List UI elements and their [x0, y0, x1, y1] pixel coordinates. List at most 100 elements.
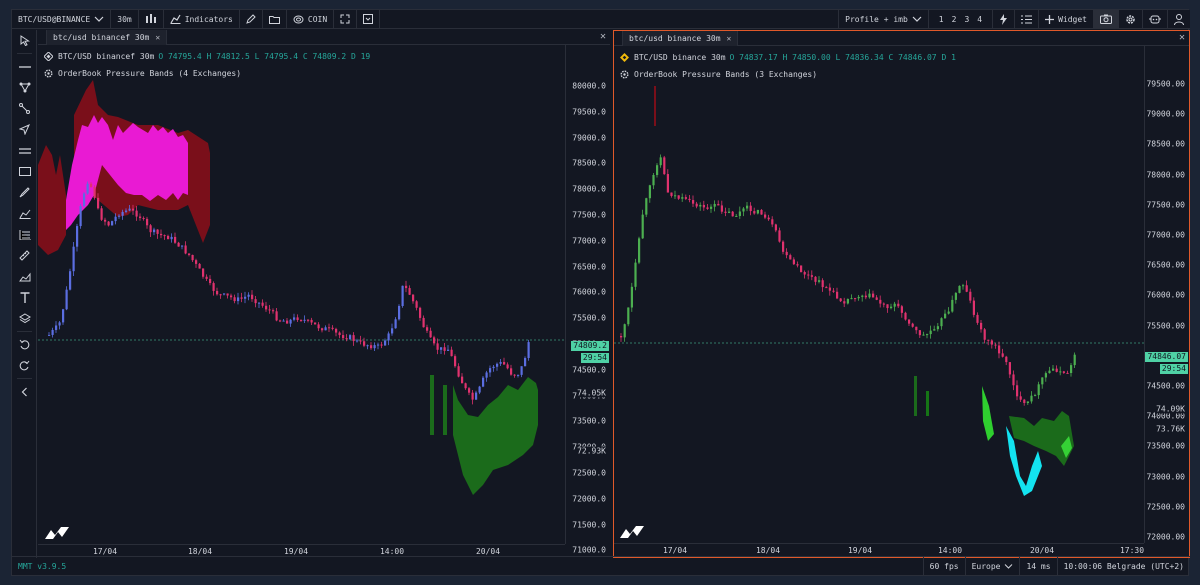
bar-timer-tag: 29:54: [1159, 364, 1188, 374]
chart-tab[interactable]: btc/usd binance 30m ✕: [622, 31, 739, 46]
network-tool[interactable]: [12, 77, 37, 98]
screenshot-button[interactable]: [1093, 9, 1118, 29]
settings-button[interactable]: [1118, 9, 1142, 29]
symbol-selector[interactable]: BTC/USD@BINANCE: [12, 9, 112, 29]
candle-body: [142, 217, 145, 219]
candle-body: [524, 358, 527, 367]
brush-tool[interactable]: [12, 182, 37, 203]
indicator-legend[interactable]: OrderBook Pressure Bands (3 Exchanges): [620, 70, 817, 79]
candle-body: [251, 294, 254, 300]
ruler-tool[interactable]: [12, 245, 37, 266]
candle-body: [774, 224, 777, 231]
candle-body: [1023, 399, 1026, 403]
arrow-tool[interactable]: [12, 119, 37, 140]
price-tick-label: 71500.0: [572, 520, 606, 530]
candle-body: [121, 211, 124, 216]
price-tick-label: 75500.0: [572, 313, 606, 323]
coin-label: COIN: [307, 14, 328, 24]
coin-button[interactable]: COIN: [287, 9, 335, 29]
folder-button[interactable]: [263, 9, 287, 29]
candle-body: [699, 204, 702, 207]
region-selector[interactable]: Europe: [964, 556, 1020, 576]
price-tick-label: 78500.00: [1146, 139, 1185, 149]
price-axis[interactable]: 80000.0 79500.0 79000.0 78500.0 78000.0 77500…: [565, 45, 610, 555]
fullscreen-button[interactable]: [334, 9, 358, 29]
layout-2-button[interactable]: 2: [948, 15, 961, 24]
price-axis[interactable]: 79500.00 79000.00 78500.00 78000.00 77500.00…: [1144, 46, 1189, 543]
bar-timer-tag: 29:54: [580, 353, 609, 363]
divider: [16, 53, 32, 54]
layout-4-button[interactable]: 4: [973, 15, 986, 24]
chevron-down-icon: [1005, 563, 1013, 569]
undo-button[interactable]: [12, 334, 37, 355]
clock-display[interactable]: 10:00:06 Belgrade (UTC+2): [1056, 556, 1190, 576]
close-pane-icon[interactable]: ✕: [1179, 32, 1185, 43]
candle-body: [58, 322, 61, 326]
lightning-icon: [1000, 13, 1008, 25]
indicator-legend[interactable]: OrderBook Pressure Bands (4 Exchanges): [44, 69, 241, 78]
candle-body: [760, 209, 763, 215]
price-chart[interactable]: [614, 46, 1144, 542]
layout-1-button[interactable]: 1: [935, 15, 948, 24]
time-axis[interactable]: 17/04 18/04 19/04 14:00 20/04 17:30: [614, 543, 1144, 557]
candle-body: [513, 374, 516, 376]
close-tab-icon[interactable]: ✕: [727, 34, 732, 43]
layout-3-button[interactable]: 3: [960, 15, 973, 24]
candle-body: [160, 233, 163, 236]
path-tool[interactable]: [12, 98, 37, 119]
rectangle-tool[interactable]: [12, 161, 37, 182]
user-button[interactable]: [1167, 9, 1190, 29]
candle-body: [818, 280, 821, 282]
chart-type-button[interactable]: [139, 9, 164, 29]
candle-body: [83, 193, 86, 207]
price-tick-label: 76000.0: [572, 287, 606, 297]
time-tick-label: 17:30: [1119, 546, 1145, 555]
time-tick-label: 14:00: [379, 547, 405, 556]
status-bar: MMT v3.9.5 60 fps Europe 14 ms 10:00:06 …: [12, 556, 1190, 576]
candle-body: [994, 344, 997, 346]
cursor-tool[interactable]: [12, 30, 37, 51]
candle-body: [702, 204, 705, 208]
candle-body: [1019, 396, 1022, 400]
text-tool[interactable]: [12, 287, 37, 308]
dropdown-menu-button[interactable]: [357, 9, 381, 29]
redo-button[interactable]: [12, 355, 37, 376]
candle-body: [429, 330, 432, 338]
horizontal-line-tool[interactable]: [12, 56, 37, 77]
candle-body: [233, 297, 236, 302]
layout-selector[interactable]: Profile + imb: [838, 9, 928, 29]
chart-pane-left[interactable]: btc/usd binancef 30m ✕ ✕ BTC/USD binance…: [38, 30, 610, 558]
layout-count-group: 1 2 3 4: [927, 9, 992, 29]
collapse-sidebar-button[interactable]: [12, 381, 37, 402]
upper-band: [654, 86, 656, 126]
close-tab-icon[interactable]: ✕: [155, 33, 160, 42]
add-widget-button[interactable]: Widget: [1038, 9, 1093, 29]
robot-button[interactable]: [1142, 9, 1167, 29]
candle-body: [854, 298, 857, 300]
alerts-button[interactable]: [992, 9, 1014, 29]
list-button[interactable]: [1014, 9, 1038, 29]
chart-tab[interactable]: btc/usd binancef 30m ✕: [46, 30, 168, 45]
candle-body: [1037, 384, 1040, 396]
candle-body: [1066, 372, 1069, 374]
candle-body: [1070, 365, 1073, 374]
trend-tool[interactable]: [12, 203, 37, 224]
fib-tool[interactable]: [12, 224, 37, 245]
draw-button[interactable]: [240, 9, 263, 29]
parallel-lines-tool[interactable]: [12, 140, 37, 161]
interval-selector[interactable]: 30m: [111, 9, 139, 29]
candle-body: [746, 205, 749, 209]
indicators-button[interactable]: Indicators: [164, 9, 240, 29]
layers-tool[interactable]: [12, 308, 37, 329]
pencil-icon: [246, 14, 256, 24]
candle-body: [282, 320, 285, 322]
price-chart[interactable]: [38, 45, 565, 543]
chevron-down-icon: [94, 16, 104, 22]
chart-pane-right[interactable]: btc/usd binance 30m ✕ ✕ BTC/USD binance …: [613, 30, 1190, 558]
forecast-tool[interactable]: [12, 266, 37, 287]
close-pane-icon[interactable]: ✕: [600, 31, 606, 42]
clock-label: 10:00:06 Belgrade (UTC+2): [1063, 561, 1184, 571]
candle-body: [219, 294, 222, 296]
candle-body: [998, 345, 1001, 354]
candle-body: [247, 294, 250, 297]
